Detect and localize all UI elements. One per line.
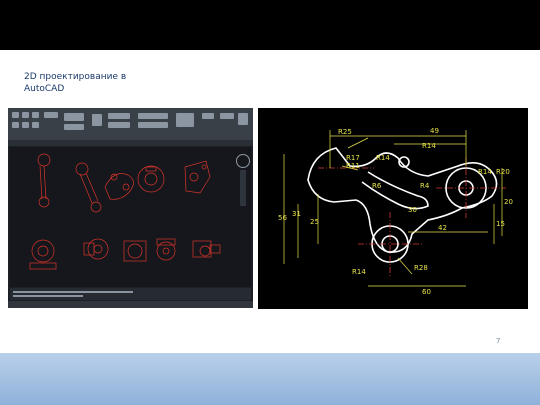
command-line[interactable]	[10, 288, 251, 300]
ribbon-tool	[22, 122, 29, 128]
dim-56: 56	[278, 214, 287, 222]
dim-42: 42	[438, 224, 447, 232]
autocad-screenshot	[8, 108, 253, 308]
part-pump-body	[29, 239, 57, 270]
top-band	[0, 0, 540, 50]
navigation-bar[interactable]	[240, 170, 246, 206]
command-prompt	[13, 295, 83, 297]
ribbon-tool	[32, 122, 39, 128]
ribbon-tool	[22, 112, 29, 118]
command-history	[13, 291, 133, 293]
ribbon-tool	[64, 124, 84, 130]
ribbon-tool	[138, 122, 168, 128]
part-bracket	[184, 160, 211, 194]
ribbon-tool	[238, 113, 248, 125]
ribbon-tool	[44, 112, 58, 118]
page-number: 7	[496, 337, 501, 345]
ribbon-tool	[32, 112, 39, 118]
dim-15: 15	[496, 220, 505, 228]
parts-drawing	[29, 153, 221, 270]
ribbon-tool	[92, 114, 102, 126]
ribbon	[8, 108, 253, 140]
dim-r20: R20	[496, 168, 510, 176]
ribbon-tool	[220, 113, 234, 119]
part-clamp	[192, 240, 221, 258]
part-connecting-rod	[37, 153, 51, 208]
dim-r14-mid: R14	[376, 154, 390, 162]
dim-60: 60	[422, 288, 431, 296]
part-rod-two	[75, 162, 102, 213]
dim-25: 25	[310, 218, 319, 226]
part-lever	[104, 173, 134, 200]
dimensioned-part: R25 49 R14 R17 R14 R11 R6 R4 R14 R20 30 …	[278, 127, 513, 296]
slide-title: 2D проектирование в AutoCAD	[24, 72, 127, 94]
dim-20: 20	[504, 198, 513, 206]
dim-r28: R28	[414, 264, 428, 272]
ribbon-tool	[12, 122, 19, 128]
dim-r14-bottom: R14	[352, 268, 366, 276]
dim-r14-top: R14	[422, 142, 436, 150]
dim-49: 49	[430, 127, 439, 135]
part-gear	[137, 165, 165, 193]
ribbon-tool	[12, 112, 19, 118]
dim-r25: R25	[338, 128, 352, 136]
ribbon-tool	[108, 122, 130, 128]
part-valve	[156, 238, 176, 261]
ribbon-tool	[176, 113, 194, 127]
dim-r4: R4	[420, 182, 430, 190]
dim-r14-right: R14	[478, 168, 492, 176]
dim-r17: R17	[346, 154, 360, 162]
center-lines	[318, 158, 506, 278]
status-bar	[8, 301, 253, 308]
ribbon-tool	[138, 113, 168, 119]
part-flange	[123, 240, 147, 262]
viewcube-icon[interactable]	[236, 154, 250, 168]
part-drawing: R25 49 R14 R17 R14 R11 R6 R4 R14 R20 30 …	[258, 108, 528, 309]
dim-30: 30	[408, 206, 417, 214]
ribbon-tool	[108, 113, 130, 119]
model-canvas[interactable]	[10, 147, 251, 287]
ribbon-tool	[64, 113, 84, 121]
ribbon-tool	[202, 113, 214, 119]
drawing-tab-strip[interactable]	[8, 140, 253, 146]
part-housing	[83, 238, 109, 260]
dim-r11: R11	[346, 162, 360, 170]
dim-r6: R6	[372, 182, 382, 190]
bottom-band	[0, 353, 540, 405]
dim-31: 31	[292, 210, 301, 218]
part-outline	[307, 147, 498, 263]
